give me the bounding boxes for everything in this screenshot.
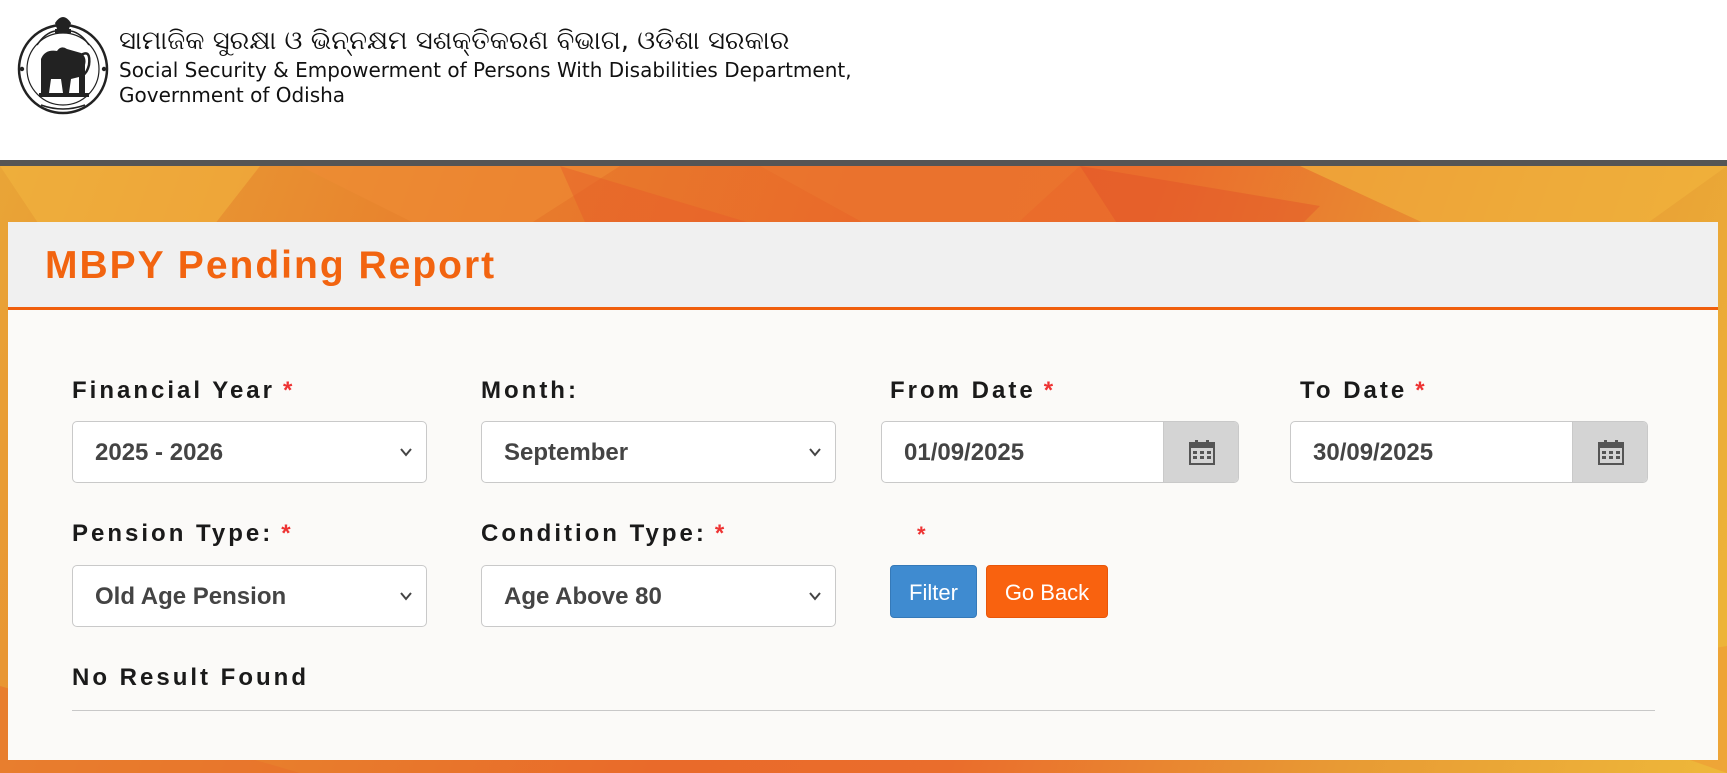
page-title: MBPY Pending Report <box>45 244 497 287</box>
chevron-down-icon <box>400 592 412 601</box>
pension-type-select[interactable]: Old Age Pension <box>72 565 427 627</box>
required-marker: * <box>917 522 926 547</box>
to-date-label-text: To Date <box>1300 377 1408 404</box>
department-name-odia: ସାମାଜିକ ସୁରକ୍ଷା ଓ ଭିନ୍ନକ୍ଷମ ସଶକ୍ତିକରଣ ବି… <box>119 26 790 56</box>
from-date-input[interactable]: 01/09/2025 <box>881 421 1239 483</box>
to-date-input[interactable]: 30/09/2025 <box>1290 421 1648 483</box>
department-name: ସାମାଜିକ ସୁରକ୍ଷା ଓ ଭିନ୍ନକ୍ଷମ ସଶକ୍ତିକରଣ ବି… <box>119 24 852 108</box>
from-date-label-text: From Date <box>890 377 1036 404</box>
site-header: ସାମାଜିକ ସୁରକ୍ଷା ଓ ଭିନ୍ନକ୍ଷମ ସଶକ୍ତିକରଣ ବି… <box>0 0 1727 160</box>
from-date-label: From Date * <box>890 377 1056 405</box>
to-date-value: 30/09/2025 <box>1313 439 1434 466</box>
report-card-header: MBPY Pending Report <box>8 222 1718 310</box>
month-value: September <box>504 439 629 466</box>
month-select[interactable]: September <box>481 421 836 483</box>
result-divider <box>72 710 1655 711</box>
required-marker: * <box>281 520 294 547</box>
chevron-down-icon <box>400 448 412 457</box>
required-marker: * <box>714 520 728 547</box>
condition-type-value: Age Above 80 <box>504 583 662 610</box>
pension-type-label-text: Pension Type: <box>72 520 274 547</box>
department-name-english-line1: Social Security & Empowerment of Persons… <box>119 58 852 82</box>
no-result-message: No Result Found <box>72 664 309 691</box>
financial-year-label: Financial Year * <box>72 377 295 405</box>
pension-type-label: Pension Type: * <box>72 520 294 548</box>
month-label: Month: <box>481 377 579 405</box>
go-back-button[interactable]: Go Back <box>986 565 1108 618</box>
from-date-value: 01/09/2025 <box>904 439 1025 466</box>
month-label-text: Month: <box>481 377 579 404</box>
odisha-state-emblem-icon <box>15 9 112 115</box>
filter-button[interactable]: Filter <box>890 565 977 618</box>
condition-type-select[interactable]: Age Above 80 <box>481 565 836 627</box>
department-name-english-line2: Government of Odisha <box>119 83 346 107</box>
from-date-calendar-button[interactable] <box>1163 422 1238 482</box>
required-marker: * <box>1415 377 1428 404</box>
to-date-label: To Date * <box>1300 377 1428 405</box>
report-card: MBPY Pending Report Financial Year * Mont… <box>8 222 1718 760</box>
calendar-icon <box>1598 440 1624 465</box>
required-marker: * <box>282 377 296 404</box>
to-date-calendar-button[interactable] <box>1572 422 1647 482</box>
financial-year-value: 2025 - 2026 <box>95 439 224 466</box>
chevron-down-icon <box>809 448 821 457</box>
condition-type-label: Condition Type: * <box>481 520 727 548</box>
calendar-icon <box>1189 440 1215 465</box>
required-marker: * <box>1043 377 1057 404</box>
financial-year-select[interactable]: 2025 - 2026 <box>72 421 427 483</box>
financial-year-label-text: Financial Year <box>72 377 275 404</box>
chevron-down-icon <box>809 592 821 601</box>
pension-type-value: Old Age Pension <box>95 583 287 610</box>
condition-type-label-text: Condition Type: <box>481 520 707 547</box>
